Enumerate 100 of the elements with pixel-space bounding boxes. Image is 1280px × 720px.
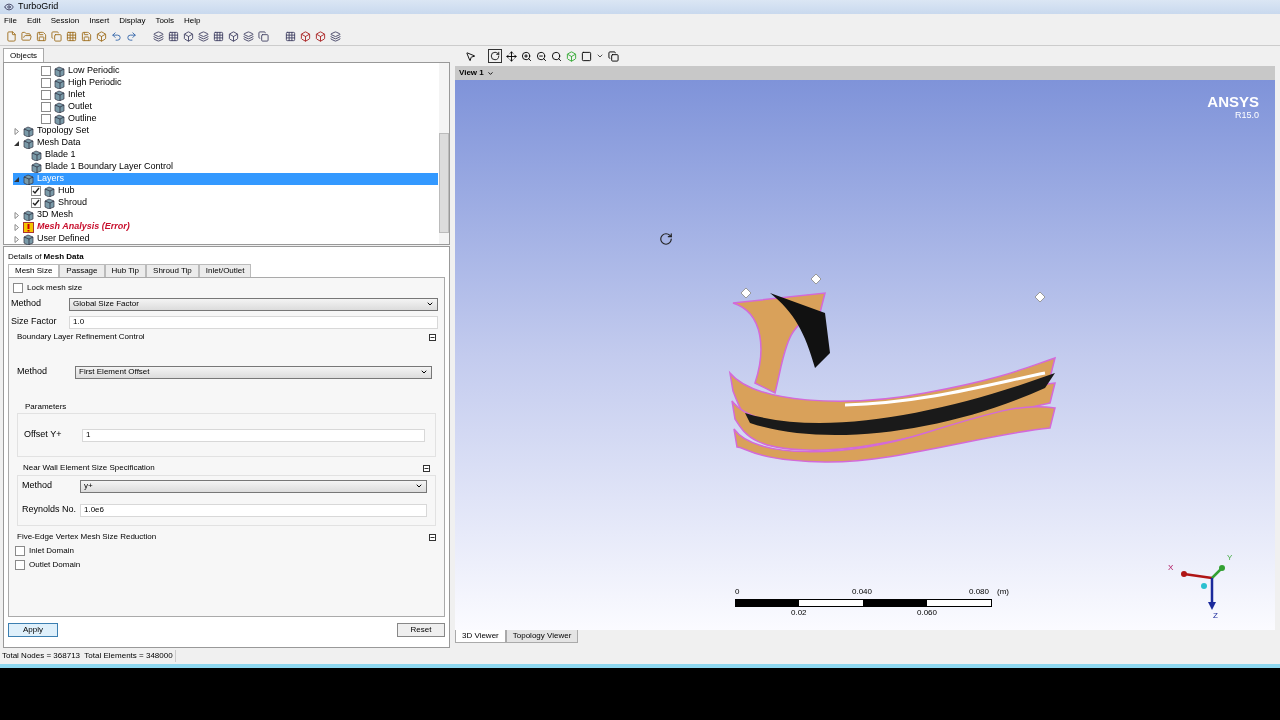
copy-icon[interactable] <box>51 31 62 42</box>
undo-icon[interactable] <box>111 31 122 42</box>
menu-item[interactable]: Edit <box>26 15 41 27</box>
tab[interactable]: Hub Tip <box>104 264 147 277</box>
menu-item[interactable]: Display <box>119 15 146 27</box>
checkbox[interactable] <box>41 102 51 112</box>
tree-item-label: Hub <box>58 184 75 198</box>
tree-item[interactable]: Hub <box>13 185 438 197</box>
checkbox[interactable] <box>13 283 23 293</box>
field-label: Method <box>22 479 54 493</box>
pointer-icon[interactable] <box>465 50 476 62</box>
window-icon[interactable] <box>608 50 619 62</box>
checkbox[interactable] <box>31 186 41 196</box>
tree-item[interactable]: Blade 1 <box>13 149 438 161</box>
layers-icon[interactable] <box>153 31 164 42</box>
save-icon[interactable] <box>81 31 92 42</box>
view-selector[interactable]: View 1 <box>459 67 494 79</box>
menu-item[interactable]: Insert <box>89 15 110 27</box>
box-icon[interactable] <box>315 31 326 42</box>
cube-icon <box>54 77 65 89</box>
box-icon[interactable] <box>300 31 311 42</box>
apply-button[interactable]: Apply <box>8 623 58 637</box>
checkbox[interactable] <box>31 198 41 208</box>
tab[interactable]: Passage <box>59 264 105 277</box>
layers-icon[interactable] <box>198 31 209 42</box>
checkbox-label: Outlet Domain <box>29 559 81 571</box>
tree-item[interactable]: 3D Mesh <box>13 209 438 221</box>
input-field[interactable]: 1.0e6 <box>80 503 427 517</box>
grid-icon[interactable] <box>66 31 77 42</box>
folder-icon[interactable] <box>21 31 32 42</box>
axis-label: Y <box>1227 552 1233 564</box>
tab[interactable]: Mesh Size <box>8 264 60 277</box>
zoom-box-icon[interactable] <box>551 50 562 62</box>
input-field[interactable]: 1.0 <box>69 315 438 329</box>
cube-icon <box>23 173 34 185</box>
box-icon[interactable] <box>228 31 239 42</box>
dropdown[interactable]: y+ <box>80 479 427 493</box>
checkbox[interactable] <box>41 114 51 124</box>
scale-unit: (m) <box>997 586 1009 598</box>
copy-icon[interactable] <box>258 31 269 42</box>
tree-item-label: Outlet <box>68 100 92 114</box>
tree-item[interactable]: Inlet <box>13 89 438 101</box>
box-icon[interactable] <box>183 31 194 42</box>
menu-item[interactable]: Help <box>184 15 201 27</box>
dropdown[interactable]: Global Size Factor <box>69 297 438 311</box>
zoom-in-icon[interactable] <box>521 50 532 62</box>
input-field[interactable]: 1 <box>82 428 425 442</box>
tree-item[interactable]: Topology Set <box>13 125 438 137</box>
checkbox[interactable] <box>15 560 25 570</box>
tree-item[interactable]: Outline <box>13 113 438 125</box>
checkbox[interactable] <box>41 78 51 88</box>
file-icon[interactable] <box>6 31 17 42</box>
grid-icon[interactable] <box>168 31 179 42</box>
tab[interactable]: 3D Viewer <box>455 630 506 643</box>
collapse-icon[interactable] <box>423 464 430 472</box>
layers-icon[interactable] <box>330 31 341 42</box>
cube-icon <box>23 233 34 245</box>
checkbox[interactable] <box>41 66 51 76</box>
box-icon[interactable] <box>96 31 107 42</box>
tree-item[interactable]: High Periodic <box>13 77 438 89</box>
tree-item[interactable]: User Defined <box>13 233 438 245</box>
menu-item[interactable]: File <box>4 15 17 27</box>
menu-item[interactable]: Tools <box>155 15 175 27</box>
grid-icon[interactable] <box>285 31 296 42</box>
tab[interactable]: Inlet/Outlet <box>198 264 252 277</box>
expand-arrow-icon[interactable] <box>13 211 20 219</box>
menu-item[interactable]: Session <box>50 15 80 27</box>
tab[interactable]: Shroud Tip <box>146 264 199 277</box>
cube-icon <box>44 185 55 197</box>
tab[interactable]: Topology Viewer <box>505 630 579 643</box>
collapse-arrow-icon[interactable] <box>13 139 20 147</box>
viewport-layout-icon[interactable] <box>581 50 592 62</box>
tree-item[interactable]: Mesh Data <box>13 137 438 149</box>
checkbox-label: Inlet Domain <box>29 545 74 557</box>
collapse-icon[interactable] <box>429 333 436 341</box>
collapse-icon[interactable] <box>429 533 436 541</box>
tree-item[interactable]: Shroud <box>13 197 438 209</box>
expand-arrow-icon[interactable] <box>13 223 20 231</box>
checkbox[interactable] <box>15 546 25 556</box>
field-label: Reynolds No. <box>22 503 78 517</box>
save-icon[interactable] <box>36 31 47 42</box>
3d-viewport[interactable]: ANSYS R15.0 0 0.040 0.080 (m) 0.02 0.060 X Y Z <box>455 80 1275 630</box>
dropdown[interactable]: First Element Offset <box>75 365 432 379</box>
checkbox[interactable] <box>41 90 51 100</box>
layers-icon[interactable] <box>243 31 254 42</box>
grid-icon[interactable] <box>213 31 224 42</box>
zoom-out-icon[interactable] <box>536 50 547 62</box>
pan-icon[interactable] <box>506 50 517 62</box>
expand-arrow-icon[interactable] <box>13 235 20 243</box>
cube-icon <box>23 209 34 221</box>
tree-item[interactable]: Mesh Analysis (Error) <box>13 221 438 233</box>
expand-arrow-icon[interactable] <box>13 127 20 135</box>
tree-item[interactable]: Outlet <box>13 101 438 113</box>
objects-tab[interactable]: Objects <box>3 48 45 62</box>
rotate-button[interactable] <box>488 49 502 63</box>
tree-item[interactable]: Low Periodic <box>13 65 438 77</box>
reset-button[interactable]: Reset <box>397 623 445 637</box>
tree-item[interactable]: Blade 1 Boundary Layer Control <box>13 161 438 173</box>
redo-icon[interactable] <box>126 31 137 42</box>
scrollbar[interactable] <box>439 63 449 244</box>
